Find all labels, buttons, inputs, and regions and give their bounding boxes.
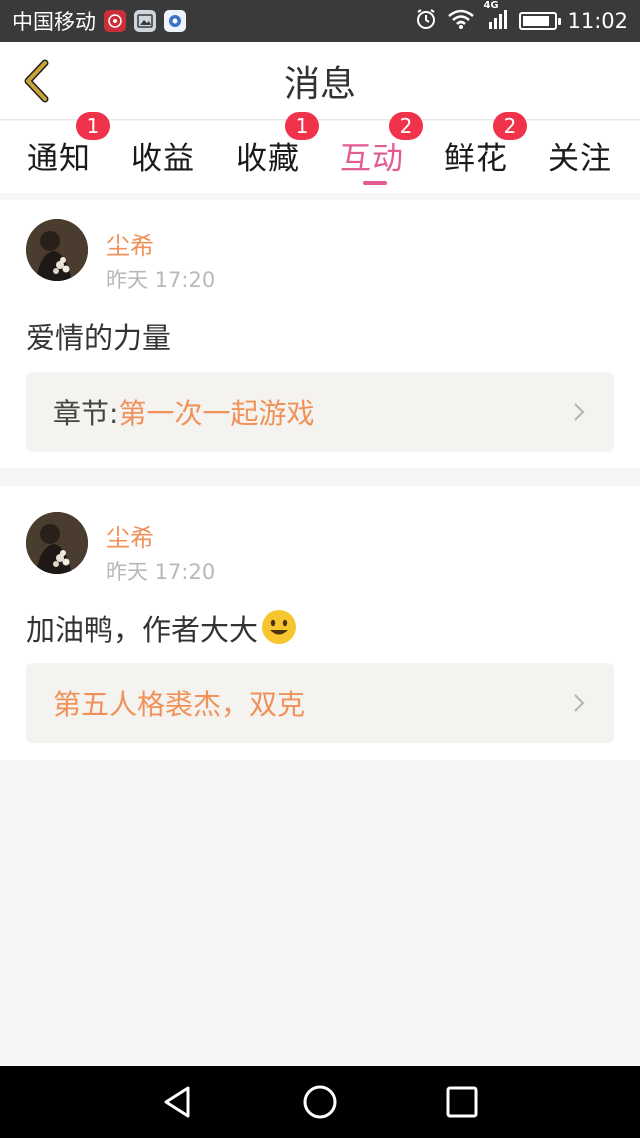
comment-text-row: 加油鸭，作者大大 [26, 607, 298, 649]
unread-badge: 1 [285, 112, 319, 140]
app-red-icon [104, 10, 126, 32]
comment-text: 加油鸭，作者大大 [26, 613, 259, 647]
chevron-left-icon [24, 59, 49, 103]
system-nav-bar [0, 1066, 640, 1138]
page-title: 消息 [283, 63, 356, 105]
network-type-label: 4G [483, 0, 499, 11]
tab-label: 关注 [548, 141, 612, 177]
chevron-right-icon [574, 694, 585, 712]
alarm-icon [415, 8, 437, 35]
home-circle-icon[interactable] [300, 1082, 340, 1122]
chapter-prefix: 章节: [53, 397, 119, 430]
chapter-link[interactable]: 章节: 第一次一起游戏 [26, 372, 614, 452]
avatar[interactable] [26, 512, 88, 574]
comment-text: 爱情的力量 [26, 321, 172, 355]
chapter-title: 第一次一起游戏 [118, 397, 315, 430]
user-name[interactable]: 尘希 [106, 226, 154, 261]
message-card: 尘希 昨天 17:20 爱情的力量 章节: 第一次一起游戏 [0, 200, 640, 468]
battery-level-fill [523, 16, 550, 26]
chevron-right-icon [574, 403, 585, 421]
tab-label: 互动 [340, 141, 404, 177]
recents-square-icon[interactable] [442, 1082, 482, 1122]
chapter-link[interactable]: 第五人格裘杰，双克 [26, 663, 614, 743]
gallery-icon [134, 10, 156, 32]
status-bar: 中国移动 4G 11:02 [0, 0, 640, 42]
tab-notifications[interactable]: 通知 1 [14, 112, 110, 193]
app-blue-icon [164, 10, 186, 32]
unread-badge: 2 [493, 112, 527, 140]
avatar[interactable] [26, 219, 88, 281]
tab-label: 收益 [131, 141, 195, 177]
battery-icon [519, 12, 562, 30]
message-card: 尘希 昨天 17:20 加油鸭，作者大大 第五人格裘杰，双克 [0, 486, 640, 760]
back-triangle-icon[interactable] [158, 1082, 198, 1122]
post-time: 昨天 17:20 [106, 268, 216, 292]
tab-following[interactable]: 关注 [535, 121, 625, 193]
wifi-icon [447, 8, 475, 35]
tab-earnings[interactable]: 收益 [118, 121, 208, 193]
chapter-title: 第五人格裘杰，双克 [53, 688, 306, 721]
tab-favorites[interactable]: 收藏 1 [223, 112, 319, 193]
app-header: 消息 [0, 42, 640, 120]
tab-flowers[interactable]: 鲜花 2 [431, 112, 527, 193]
unread-badge: 1 [76, 112, 110, 140]
tab-interactions[interactable]: 互动 2 [327, 112, 423, 193]
carrier-label: 中国移动 [12, 10, 96, 34]
smiling-face-emoji [262, 610, 297, 644]
tab-bar: 通知 1 收益 收藏 1 互动 2 鲜花 2 关注 [0, 112, 640, 193]
tab-label: 通知 [27, 141, 91, 177]
post-time: 昨天 17:20 [106, 560, 216, 584]
clock-label: 11:02 [567, 9, 628, 33]
tab-label: 鲜花 [444, 141, 508, 177]
tab-label: 收藏 [236, 141, 300, 177]
back-button[interactable] [14, 54, 58, 108]
unread-badge: 2 [389, 112, 423, 140]
user-name[interactable]: 尘希 [106, 518, 154, 553]
active-tab-indicator [363, 181, 387, 185]
signal-icon: 4G [483, 0, 509, 35]
